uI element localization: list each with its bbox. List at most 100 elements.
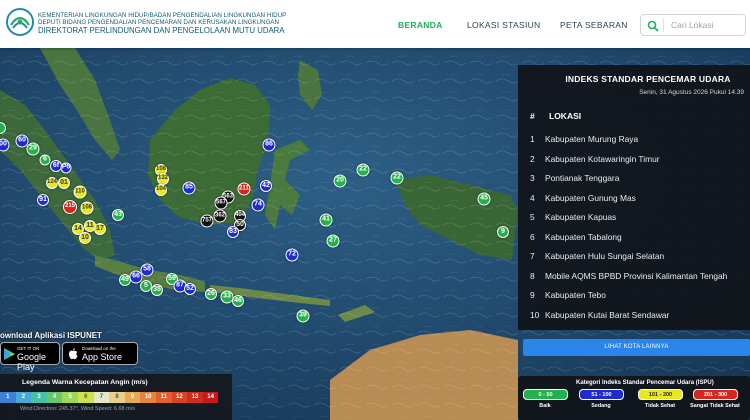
see-more-cities-button[interactable]: LIHAT KOTA LAINNYA (523, 339, 750, 356)
wind-legend-title: Legenda Warna Kecepatan Angin (m/s) (22, 379, 148, 386)
ranking-location: Kabupaten Tebo (545, 290, 606, 300)
station-marker[interactable]: 22 (390, 171, 404, 185)
station-marker[interactable]: 9 (497, 226, 509, 238)
station-marker[interactable]: 757 (200, 214, 214, 228)
ispu-legend: Kategori Indeks Standar Pencemar Udara (… (518, 376, 750, 420)
station-marker[interactable]: 49 (119, 274, 131, 286)
download-title: ownload Aplikasi ISPUNET (0, 331, 102, 340)
ranking-number: 8 (530, 270, 535, 281)
station-marker[interactable]: 110 (73, 185, 87, 199)
station-marker[interactable]: 85 (182, 181, 196, 195)
station-marker[interactable]: 11 (84, 220, 96, 232)
ranking-row[interactable]: 10 Kabupaten Kutai Barat Sendawar (518, 310, 750, 329)
col-header-number: # (530, 111, 535, 121)
station-marker[interactable]: 43 (112, 209, 124, 221)
nav-beranda[interactable]: BERANDA (398, 20, 443, 30)
search-input[interactable]: Cari Lokasi (671, 20, 714, 30)
panel-date: Senin, 31 Agustus 2026 Pukul 14.39 (639, 89, 744, 96)
ranking-row[interactable]: 2 Kabupaten Kotawaringin Timur (518, 154, 750, 173)
station-marker[interactable]: 35 (151, 284, 163, 296)
ranking-number: 6 (530, 231, 535, 242)
station-marker[interactable]: 211 (237, 182, 251, 196)
ministry-logo[interactable] (5, 7, 35, 37)
station-marker[interactable]: 52 (184, 283, 196, 295)
google-play-small-text: GET IT ON (17, 346, 40, 351)
station-marker[interactable]: 01 (58, 177, 70, 189)
station-marker[interactable]: 58 (140, 263, 154, 277)
ranking-row[interactable]: 9 Kabupaten Tebo (518, 290, 750, 309)
org-line-2: DEPUTI BIDANG PENGENDALIAN PENCEMARAN DA… (38, 19, 280, 26)
station-marker[interactable]: 46 (232, 295, 244, 307)
ispu-category-range: 0 - 50 (523, 389, 568, 400)
station-marker[interactable]: 124 (46, 177, 58, 189)
col-header-location: LOKASI (549, 111, 582, 121)
org-line-3: DIREKTORAT PERLINDUNGAN DAN PENGELOLAAN … (38, 26, 285, 35)
panel-title: INDEKS STANDAR PENCEMAR UDARA (565, 74, 731, 84)
wind-scale-segment: 8 (109, 392, 125, 403)
station-marker[interactable]: 83 (227, 226, 239, 238)
ranking-row[interactable]: 3 Pontianak Tenggara (518, 173, 750, 192)
search-box[interactable]: Cari Lokasi (640, 14, 746, 36)
station-marker[interactable]: 567 (214, 196, 228, 210)
ispu-ranking-panel: INDEKS STANDAR PENCEMAR UDARA Senin, 31 … (518, 65, 750, 330)
station-marker[interactable]: 215 (63, 200, 77, 214)
header: KEMENTERIAN LINGKUNGAN HIDUP/BADAN PENGE… (0, 0, 750, 48)
station-marker[interactable]: 29 (26, 142, 40, 156)
station-marker[interactable]: 91 (37, 194, 49, 206)
ranking-location: Pontianak Tenggara (545, 173, 620, 183)
ranking-location: Kabupaten Gunung Mas (545, 192, 636, 203)
ranking-row[interactable]: 1 Kabupaten Murung Raya (518, 134, 750, 153)
wind-scale-segment: 5 (62, 392, 78, 403)
wind-scale-segment: 9 (124, 392, 141, 403)
station-marker[interactable]: 104 (155, 184, 167, 196)
ranking-location: Kabupaten Murung Raya (545, 134, 639, 144)
google-play-button[interactable]: GET IT ON Google Play (0, 342, 60, 372)
wind-scale-segment: 7 (93, 392, 110, 403)
app-store-small-text: Download on the (82, 346, 116, 351)
org-line-1: KEMENTERIAN LINGKUNGAN HIDUP/BADAN PENGE… (38, 12, 287, 19)
ispu-category-range: 101 - 200 (638, 389, 683, 400)
google-play-label: Google Play (17, 352, 47, 372)
station-marker[interactable]: 72 (285, 248, 299, 262)
station-marker[interactable]: 362 (213, 209, 227, 223)
station-marker[interactable]: 86 (262, 138, 276, 152)
app-store-button[interactable]: Download on the App Store (62, 342, 138, 365)
wind-scale-segment: 3 (31, 392, 47, 403)
google-play-icon (4, 348, 15, 360)
ranking-location: Kabupaten Kapuas (545, 212, 617, 222)
ranking-number: 7 (530, 251, 535, 261)
search-divider (663, 18, 664, 32)
station-marker[interactable]: 108 (80, 201, 94, 215)
ranking-row[interactable]: 7 Kabupaten Hulu Sungai Selatan (518, 251, 750, 270)
station-marker[interactable]: 6 (39, 154, 51, 166)
ranking-row[interactable]: 5 Kabupaten Kapuas (518, 212, 750, 231)
wind-scale-segment: 14 (202, 392, 219, 403)
ranking-row[interactable]: 4 Kabupaten Gunung Mas (518, 193, 750, 212)
ranking-location: Kabupaten Tabalong (545, 231, 622, 242)
station-marker[interactable]: 20 (333, 174, 347, 188)
ispu-category-label: Tidak Sehat (644, 403, 676, 409)
wind-color-scale: 1 2 3 4 5 6 7 8 9 10 11 12 13 14 (0, 392, 220, 403)
station-marker[interactable]: 42 (260, 180, 272, 192)
ispu-category-label: Sedang (591, 403, 611, 409)
station-marker[interactable]: P6 (60, 162, 72, 174)
search-icon[interactable] (647, 20, 659, 32)
nav-lokasi-stasiun[interactable]: LOKASI STASIUN (467, 20, 540, 30)
station-marker[interactable]: 26 (205, 288, 217, 300)
ispu-category-range: 51 - 100 (579, 389, 624, 400)
wind-speed-legend: Legenda Warna Kecepatan Angin (m/s) 1234… (0, 374, 232, 420)
wind-scale-segment: 12 (171, 392, 188, 403)
station-marker[interactable]: 41 (319, 213, 333, 227)
station-marker[interactable]: 27 (326, 234, 340, 248)
station-marker[interactable]: 22 (356, 163, 370, 177)
station-marker[interactable]: 39 (296, 309, 310, 323)
station-marker[interactable]: 74 (251, 198, 265, 212)
ranking-row[interactable]: 6 Kabupaten Tabalong (518, 232, 750, 251)
station-marker[interactable]: 10 (79, 232, 91, 244)
ranking-location: Kabupaten Kutai Barat Sendawar (545, 309, 670, 320)
ranking-location: Mobile AQMS BPBD Provinsi Kalimantan Ten… (545, 270, 728, 281)
station-marker[interactable]: 45 (477, 192, 491, 206)
ranking-row[interactable]: 8 Mobile AQMS BPBD Provinsi Kalimantan Te… (518, 271, 750, 290)
wind-scale-segment: 13 (187, 392, 203, 403)
nav-peta-sebaran[interactable]: PETA SEBARAN (560, 20, 628, 30)
